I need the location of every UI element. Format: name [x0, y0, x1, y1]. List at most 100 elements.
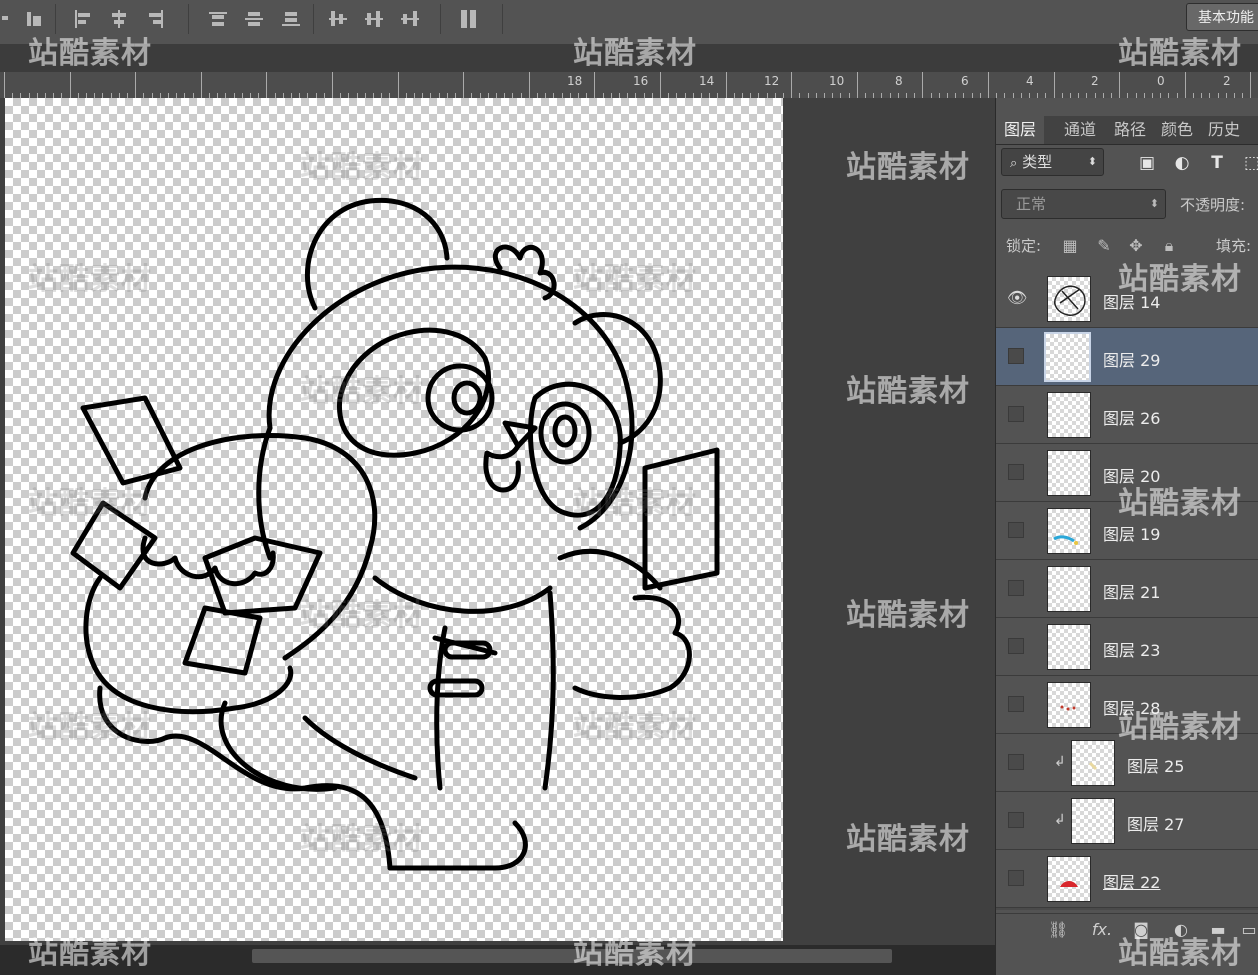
ruler-tick	[4, 72, 5, 98]
distribute-bottom-icon[interactable]	[280, 8, 302, 28]
distribute-left-edges-icon[interactable]	[327, 8, 349, 28]
distribute-top-icon[interactable]	[207, 8, 229, 28]
distribute-horizontal-centers-icon[interactable]	[108, 8, 130, 28]
ruler-label: 10	[829, 74, 845, 88]
layer-row[interactable]: 图层 21	[996, 560, 1258, 618]
align-bottom-icon[interactable]	[24, 8, 46, 28]
layer-row[interactable]: 图层 28	[996, 676, 1258, 734]
document-canvas[interactable]	[5, 98, 783, 941]
visibility-toggle[interactable]	[1008, 812, 1024, 828]
adjustment-layer-filter-icon[interactable]: ◐	[1171, 153, 1193, 173]
layer-name[interactable]: 图层 20	[1103, 463, 1160, 487]
layer-name[interactable]: 图层 23	[1103, 637, 1160, 661]
layer-filter-select[interactable]: ⌕ 类型 ⬍	[1001, 148, 1104, 176]
ruler-label: 2	[1091, 74, 1099, 88]
visibility-toggle[interactable]	[1008, 406, 1024, 422]
lock-image-pixels-icon[interactable]: ✎	[1094, 236, 1114, 256]
new-adjustment-layer-icon[interactable]: ◐	[1171, 920, 1191, 940]
layer-thumbnail[interactable]	[1047, 450, 1091, 496]
layer-thumbnail-art	[1060, 881, 1078, 887]
layer-name[interactable]: 图层 26	[1103, 405, 1160, 429]
layer-row[interactable]: 图层 20	[996, 444, 1258, 502]
layer-list[interactable]: 👁︎ 图层 14 图层 29 图层 26 图层 20 图层 19 图层 21 图…	[996, 270, 1258, 910]
lock-all-icon[interactable]: 🔒︎	[1159, 236, 1179, 256]
layer-row[interactable]: 图层 23	[996, 618, 1258, 676]
distribute-right-icon[interactable]	[145, 8, 167, 28]
layer-thumbnail[interactable]	[1047, 856, 1091, 902]
layer-thumbnail[interactable]	[1047, 566, 1091, 612]
layer-name[interactable]: 图层 22	[1103, 869, 1160, 893]
horizontal-scrollbar[interactable]	[0, 945, 995, 975]
pixel-layer-filter-icon[interactable]: ▣	[1136, 153, 1158, 173]
layer-row[interactable]: ↲ 图层 27	[996, 792, 1258, 850]
layer-name[interactable]: 图层 19	[1103, 521, 1160, 545]
lock-transparent-pixels-icon[interactable]: ▦	[1060, 236, 1080, 256]
toolbar-separator	[502, 4, 503, 34]
distribute-left-icon[interactable]	[72, 8, 94, 28]
layer-row[interactable]: 图层 29	[996, 328, 1258, 386]
visibility-toggle[interactable]	[1008, 754, 1024, 770]
tab-channels[interactable]: 通道	[1064, 116, 1096, 144]
layer-row[interactable]: ↲ 图层 25	[996, 734, 1258, 792]
tab-color[interactable]: 颜色	[1161, 116, 1193, 144]
ruler-tick	[201, 72, 202, 98]
layer-name[interactable]: 图层 14	[1103, 289, 1160, 313]
layer-name[interactable]: 图层 28	[1103, 695, 1160, 719]
tab-paths[interactable]: 路径	[1114, 116, 1146, 144]
layer-thumbnail[interactable]	[1047, 682, 1091, 728]
layer-name[interactable]: 图层 21	[1103, 579, 1160, 603]
layer-thumbnail[interactable]	[1047, 392, 1091, 438]
ruler-label: 0	[1157, 74, 1165, 88]
layer-thumbnail[interactable]	[1071, 798, 1115, 844]
new-group-icon[interactable]: ▬	[1208, 920, 1228, 940]
layer-thumbnail[interactable]	[1047, 508, 1091, 554]
layer-row[interactable]: 图层 22	[996, 850, 1258, 908]
distribute-vertical-centers-icon[interactable]	[243, 8, 265, 28]
workspace-switcher-button[interactable]: 基本功能	[1186, 3, 1258, 31]
layer-thumbnail[interactable]	[1047, 624, 1091, 670]
options-bar: 基本功能	[0, 0, 1258, 45]
auto-align-layers-icon[interactable]	[458, 8, 480, 28]
link-layers-icon[interactable]: ⛓︎	[1048, 920, 1068, 940]
layer-row[interactable]: 图层 26	[996, 386, 1258, 444]
canvas-area[interactable]	[0, 98, 995, 975]
layer-thumbnail[interactable]	[1047, 276, 1091, 322]
add-mask-icon[interactable]: ◙	[1131, 920, 1151, 940]
visibility-toggle[interactable]	[1008, 464, 1024, 480]
visibility-toggle[interactable]	[1008, 696, 1024, 712]
layer-style-icon[interactable]: fx.	[1088, 920, 1116, 940]
align-left-edges-icon[interactable]	[0, 8, 22, 28]
eye-icon[interactable]: 👁︎	[1007, 288, 1027, 308]
layer-row[interactable]: 图层 19	[996, 502, 1258, 560]
ruler-tick	[398, 72, 399, 98]
visibility-toggle[interactable]	[1008, 870, 1024, 886]
toolbar-separator	[188, 4, 189, 34]
shape-layer-filter-icon[interactable]: ⬚	[1241, 153, 1258, 173]
lock-label: 锁定:	[1006, 237, 1042, 255]
tab-layers[interactable]: 图层	[996, 116, 1045, 144]
lock-position-icon[interactable]: ✥	[1126, 236, 1146, 256]
layer-thumbnail-art	[1088, 761, 1098, 771]
layer-row[interactable]: 👁︎ 图层 14	[996, 270, 1258, 328]
layer-name[interactable]: 图层 29	[1103, 347, 1160, 371]
tab-history[interactable]: 历史	[1208, 116, 1240, 144]
horizontal-ruler[interactable]: 18 16 14 12 10 8 6 4 2 0 2	[0, 72, 1258, 99]
visibility-toggle[interactable]	[1008, 522, 1024, 538]
distribute-centers-icon[interactable]	[363, 8, 385, 28]
visibility-toggle[interactable]	[1008, 348, 1024, 364]
visibility-toggle[interactable]	[1008, 580, 1024, 596]
scrollbar-thumb[interactable]	[252, 949, 892, 963]
toolbar-separator	[440, 4, 441, 34]
distribute-right-edges-icon[interactable]	[399, 8, 421, 28]
layer-name[interactable]: 图层 27	[1127, 811, 1184, 835]
ruler-tick	[791, 72, 792, 98]
layer-name[interactable]: 图层 25	[1127, 753, 1184, 777]
ruler-tick	[660, 72, 661, 98]
type-layer-filter-icon[interactable]: T	[1206, 153, 1228, 173]
visibility-toggle[interactable]	[1008, 638, 1024, 654]
new-layer-icon[interactable]: ▭	[1239, 920, 1258, 940]
blend-mode-select[interactable]: 正常 ⬍	[1001, 189, 1166, 219]
layer-thumbnail[interactable]	[1044, 332, 1091, 382]
opacity-label: 不透明度:	[1180, 196, 1246, 214]
layer-thumbnail[interactable]	[1071, 740, 1115, 786]
